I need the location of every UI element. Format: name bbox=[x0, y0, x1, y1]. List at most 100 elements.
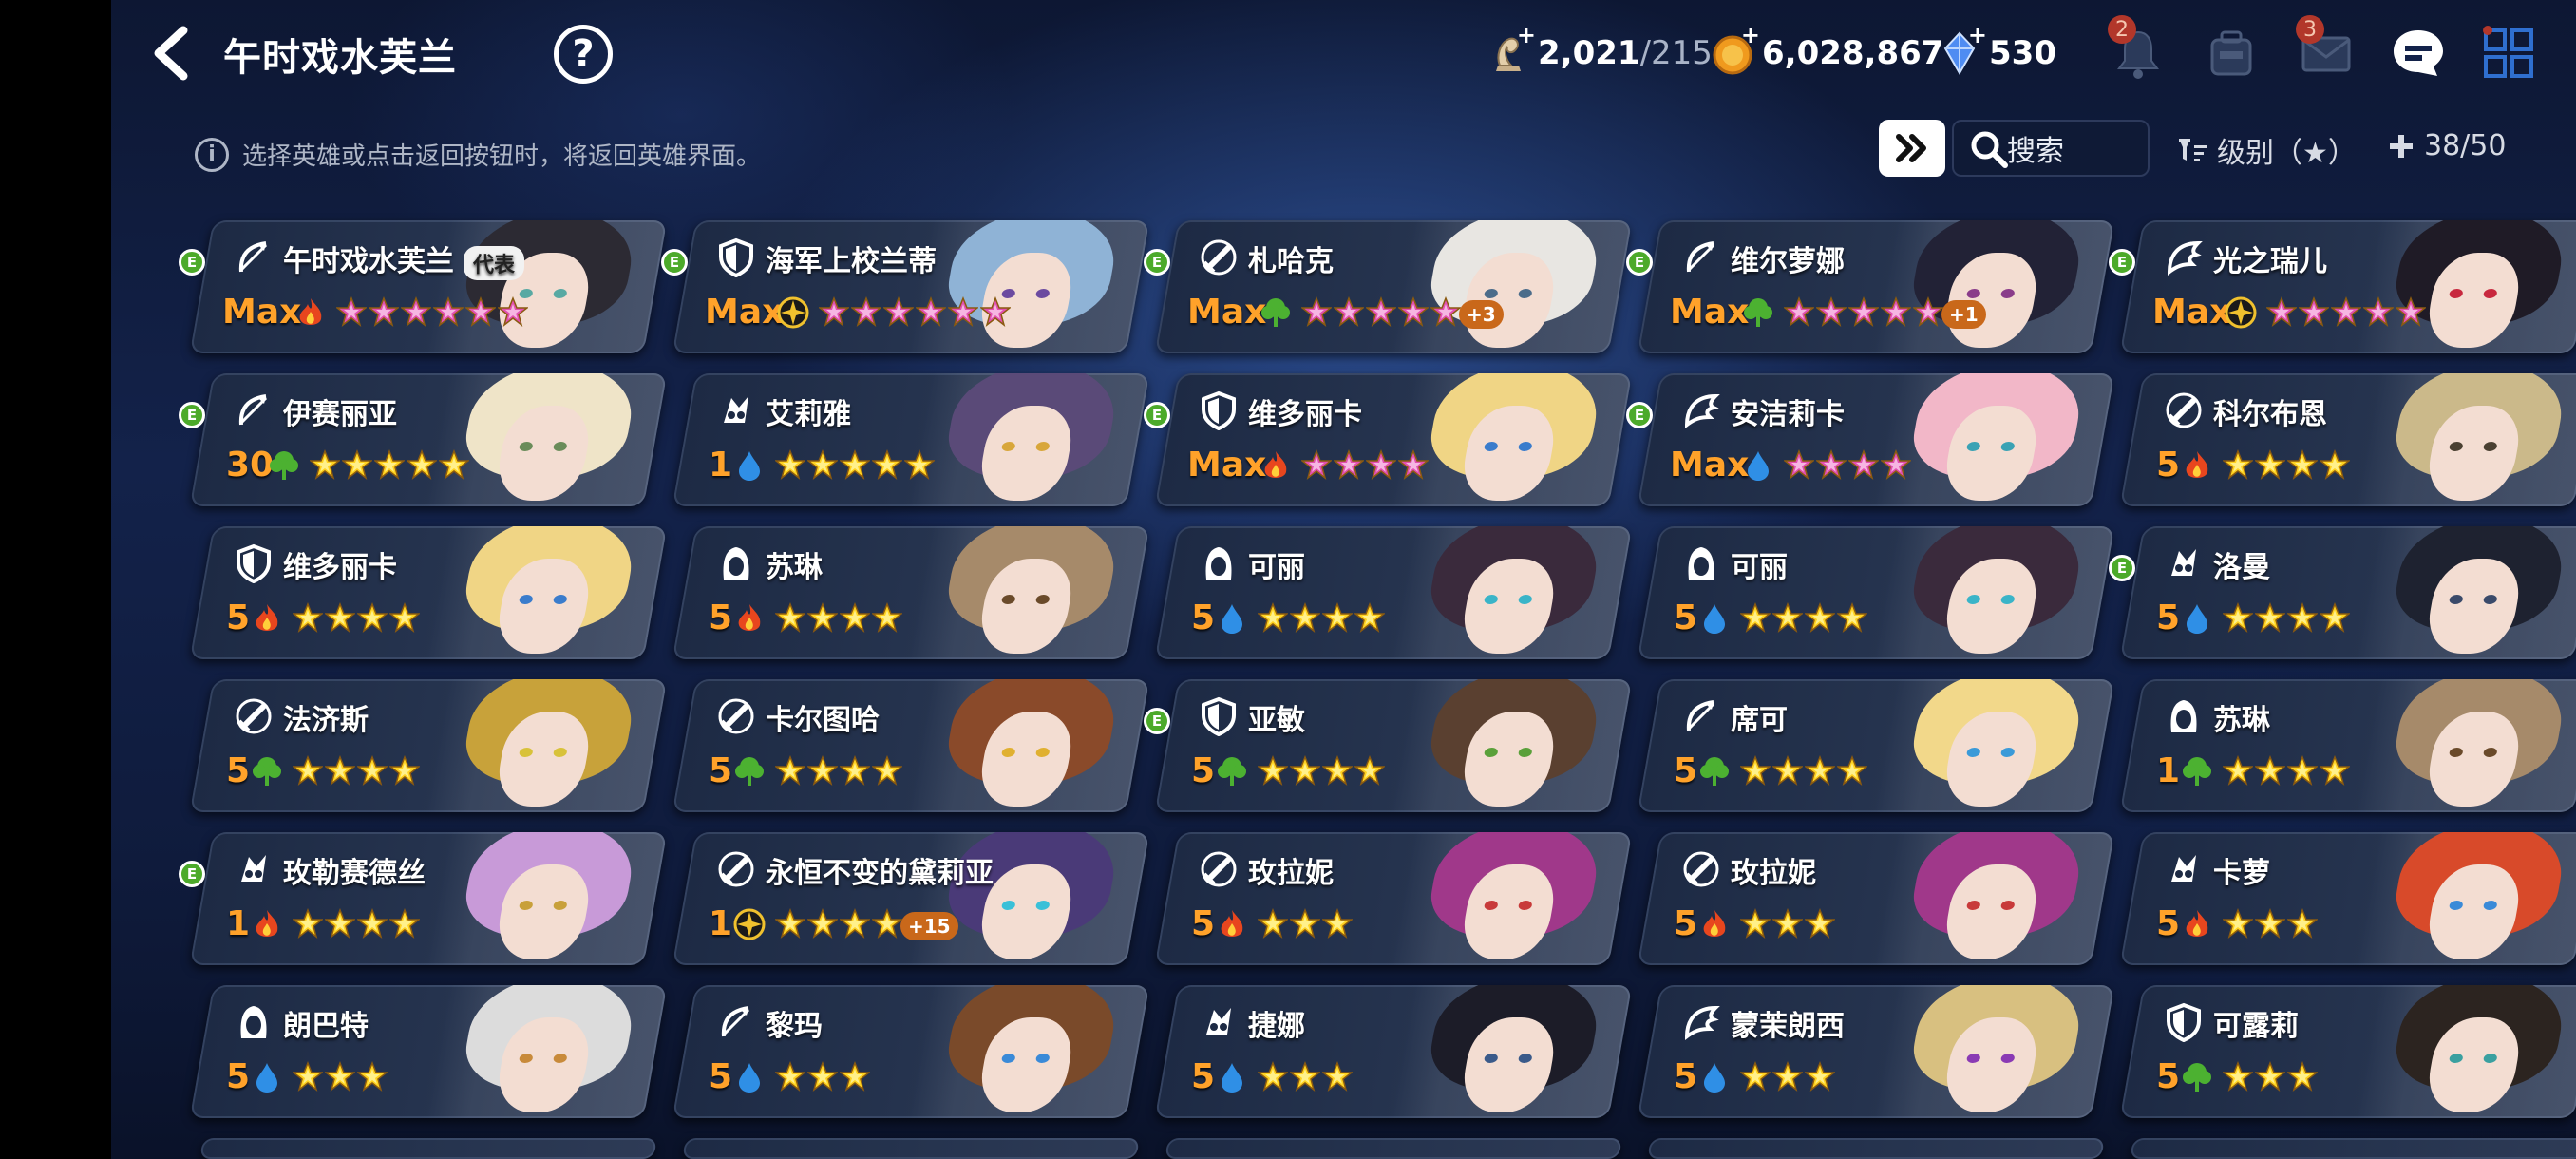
hero-card[interactable]: 可露莉 5 bbox=[2119, 985, 2576, 1118]
hero-class-icon bbox=[234, 696, 274, 736]
hero-card[interactable]: 札哈克 Max +3 bbox=[1154, 220, 1633, 353]
gem-currency[interactable]: + 530 bbox=[1938, 22, 2056, 78]
water-element-icon bbox=[1742, 449, 1774, 482]
hero-card[interactable]: 卡尔图哈 5 bbox=[672, 679, 1150, 812]
hero-level: 5 bbox=[1191, 751, 1216, 790]
hero-card[interactable]: 午时戏水芙兰 代表 Max bbox=[189, 220, 668, 353]
earth-element-icon bbox=[1260, 296, 1292, 329]
light-element-icon bbox=[777, 296, 809, 329]
earth-element-icon bbox=[2181, 755, 2213, 788]
hero-stars bbox=[1740, 1061, 1837, 1092]
hero-level: 5 bbox=[1674, 904, 1698, 943]
hero-card[interactable]: 维多丽卡 5 bbox=[189, 526, 668, 659]
page-title: 午时戏水芙兰 bbox=[223, 36, 457, 80]
hero-stars bbox=[819, 296, 1013, 327]
hero-stars bbox=[2223, 1061, 2320, 1092]
hero-class-icon bbox=[2164, 696, 2204, 736]
back-button[interactable] bbox=[140, 21, 200, 86]
hero-card[interactable]: 维多丽卡 Max bbox=[1154, 373, 1633, 506]
hero-class-icon bbox=[716, 696, 756, 736]
hero-card[interactable]: 苏琳 5 bbox=[672, 526, 1150, 659]
hero-class-icon bbox=[234, 849, 274, 889]
hero-card[interactable]: 永恒不变的黛莉亚 1 +15 bbox=[672, 832, 1150, 965]
skip-forward-button[interactable] bbox=[1879, 120, 1945, 177]
water-element-icon bbox=[2181, 602, 2213, 635]
chevron-left-icon bbox=[154, 26, 188, 81]
hero-stars bbox=[1784, 449, 1913, 480]
enhance-badge: +15 bbox=[900, 912, 958, 940]
crown-value: 2,021 bbox=[1538, 34, 1640, 72]
hero-class-icon bbox=[716, 238, 756, 278]
hero-card[interactable]: 玫拉妮 5 bbox=[1637, 832, 2115, 965]
menu-button[interactable] bbox=[2478, 19, 2539, 87]
hero-stars bbox=[293, 908, 422, 939]
hero-card[interactable]: 朗巴特 5 bbox=[189, 985, 668, 1118]
hero-stars bbox=[2223, 602, 2352, 633]
hero-card[interactable]: 玫拉妮 5 bbox=[1154, 832, 1633, 965]
hero-slot-count-button[interactable]: 38/50 bbox=[2388, 129, 2506, 162]
hero-card[interactable]: 可丽 5 bbox=[1154, 526, 1633, 659]
hero-card-partial[interactable] bbox=[2130, 1138, 2576, 1159]
hero-class-icon bbox=[2164, 543, 2204, 583]
hero-card[interactable]: 科尔布恩 5 bbox=[2119, 373, 2576, 506]
hero-class-icon bbox=[1199, 1002, 1239, 1042]
gold-currency[interactable]: + 6,028,867 bbox=[1711, 22, 1943, 78]
inventory-button[interactable] bbox=[2201, 19, 2262, 87]
hero-stars bbox=[775, 602, 904, 633]
hero-card-partial[interactable] bbox=[1647, 1138, 2105, 1159]
hero-stars bbox=[2223, 449, 2352, 480]
hero-card[interactable]: 捷娜 5 bbox=[1154, 985, 1633, 1118]
enhance-badge: +1 bbox=[1941, 300, 1986, 329]
hero-card[interactable]: 亚敏 5 bbox=[1154, 679, 1633, 812]
hero-card[interactable]: 安洁莉卡 Max bbox=[1637, 373, 2115, 506]
hero-card-partial[interactable] bbox=[199, 1138, 657, 1159]
hero-card[interactable]: 玫勒赛德丝 1 bbox=[189, 832, 668, 965]
hero-name: 洛曼 bbox=[2213, 551, 2270, 584]
hero-level: 5 bbox=[226, 598, 251, 637]
hero-card[interactable]: 可丽 5 bbox=[1637, 526, 2115, 659]
hero-card[interactable]: 蒙茉朗西 5 bbox=[1637, 985, 2115, 1118]
sort-filter-button[interactable]: 级别（★） bbox=[2177, 129, 2357, 171]
hero-card[interactable]: 法济斯 5 bbox=[189, 679, 668, 812]
water-element-icon bbox=[733, 1061, 766, 1093]
hero-card[interactable]: 卡萝 5 bbox=[2119, 832, 2576, 965]
representative-tag: 代表 bbox=[464, 245, 525, 280]
water-element-icon bbox=[1698, 602, 1731, 635]
hero-card[interactable]: 苏琳 1 bbox=[2119, 679, 2576, 812]
hero-level: 5 bbox=[1674, 1057, 1698, 1096]
hero-card-partial[interactable] bbox=[682, 1138, 1140, 1159]
earth-element-icon bbox=[733, 755, 766, 788]
hero-card-partial[interactable] bbox=[1165, 1138, 1622, 1159]
equipped-badge: E bbox=[179, 861, 205, 887]
help-button[interactable]: ? bbox=[554, 25, 613, 84]
double-chevron-right-icon bbox=[1896, 134, 1926, 162]
hero-card[interactable]: 海军上校兰蒂 Max bbox=[672, 220, 1150, 353]
gold-coin-icon: + bbox=[1711, 22, 1760, 77]
hero-card[interactable]: 维尔萝娜 Max +1 bbox=[1637, 220, 2115, 353]
hero-stars bbox=[1740, 755, 1869, 786]
hero-level: Max bbox=[1187, 293, 1267, 332]
hero-class-icon bbox=[1681, 696, 1721, 736]
hero-card[interactable]: 光之瑞儿 Max bbox=[2119, 220, 2576, 353]
hero-level: 5 bbox=[709, 1057, 733, 1096]
notification-button[interactable]: 2 bbox=[2108, 15, 2169, 87]
sort-label: 级别（★） bbox=[2217, 137, 2357, 170]
plus-icon bbox=[2390, 134, 2413, 158]
hero-name: 朗巴特 bbox=[283, 1010, 369, 1043]
hero-card[interactable]: 伊赛丽亚 30 bbox=[189, 373, 668, 506]
hero-name: 科尔布恩 bbox=[2213, 398, 2327, 431]
chat-button[interactable] bbox=[2388, 19, 2449, 87]
mail-button[interactable]: 3 bbox=[2296, 15, 2357, 87]
hint-label: 选择英雄或点击返回按钮时，将返回英雄界面。 bbox=[242, 142, 762, 171]
hero-level: 5 bbox=[226, 751, 251, 790]
hero-stars bbox=[293, 602, 422, 633]
crown-currency[interactable]: + 2,021/215 bbox=[1487, 22, 1713, 78]
hero-card[interactable]: 洛曼 5 bbox=[2119, 526, 2576, 659]
search-button[interactable]: 搜索 bbox=[1952, 120, 2150, 177]
hero-card[interactable]: 席可 5 bbox=[1637, 679, 2115, 812]
hero-card[interactable]: 黎玛 5 bbox=[672, 985, 1150, 1118]
hero-card[interactable]: 艾莉雅 1 bbox=[672, 373, 1150, 506]
light-element-icon bbox=[733, 908, 766, 940]
hero-class-icon bbox=[234, 390, 274, 430]
hero-name: 苏琳 bbox=[2213, 704, 2270, 737]
